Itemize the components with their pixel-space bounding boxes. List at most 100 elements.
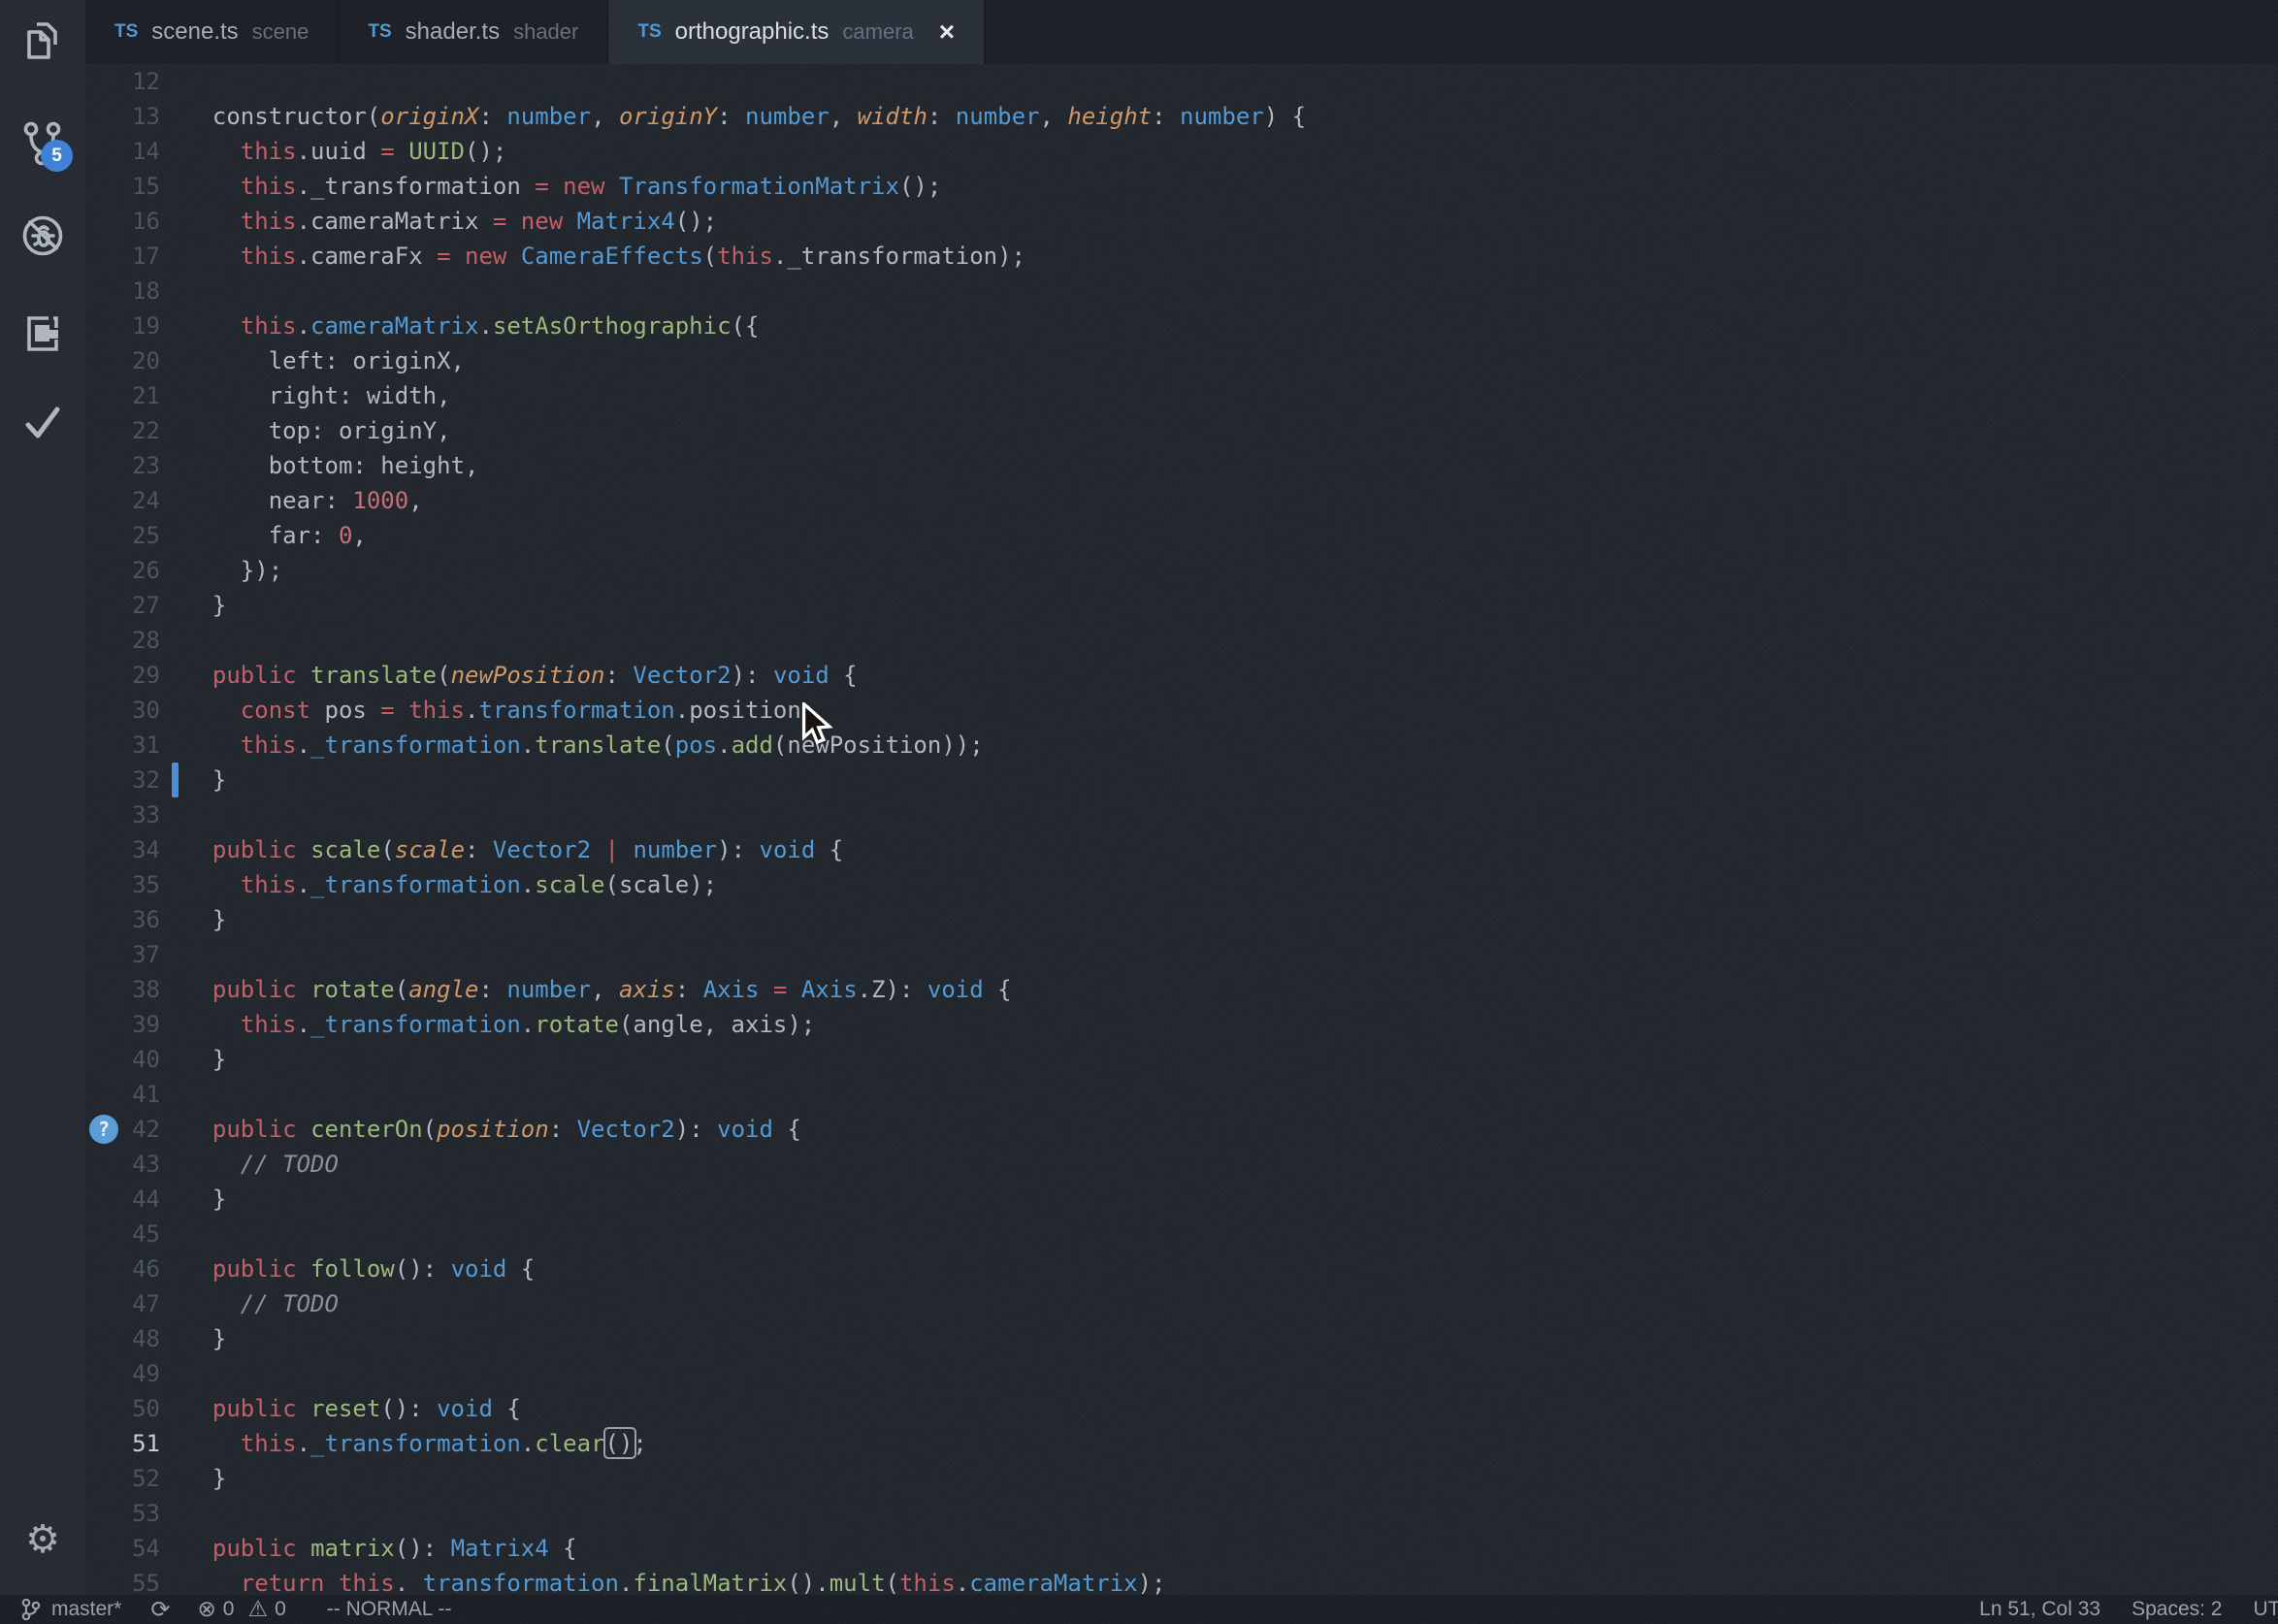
cursor-position[interactable]: Ln 51, Col 33 — [1979, 1598, 2100, 1621]
code-line-36[interactable]: 36 } — [85, 902, 2278, 937]
line-number[interactable]: 41 — [85, 1077, 160, 1112]
extensions-icon[interactable] — [19, 310, 66, 357]
line-number[interactable]: 49 — [85, 1356, 160, 1391]
code-line-30[interactable]: 30 const pos = this.transformation.posit… — [85, 693, 2278, 728]
line-number[interactable]: 52 — [85, 1461, 160, 1496]
tab-shader.ts[interactable]: TSshader.tsshader — [339, 0, 608, 64]
code-line-25[interactable]: 25 far: 0, — [85, 518, 2278, 553]
line-number[interactable]: 33 — [85, 797, 160, 832]
code-line-51[interactable]: 51 this._transformation.clear(); — [85, 1426, 2278, 1461]
line-number[interactable]: 37 — [85, 937, 160, 972]
line-number[interactable]: 30 — [85, 693, 160, 728]
code-line-15[interactable]: 15 this._transformation = new Transforma… — [85, 169, 2278, 204]
code-line-37[interactable]: 37 — [85, 937, 2278, 972]
line-number[interactable]: 13 — [85, 99, 160, 134]
line-number[interactable]: 48 — [85, 1321, 160, 1356]
code-line-13[interactable]: 13 constructor(originX: number, originY:… — [85, 99, 2278, 134]
line-number[interactable]: 26 — [85, 553, 160, 588]
line-number[interactable]: 28 — [85, 623, 160, 658]
sync-icon[interactable]: ⟳ — [150, 1596, 170, 1623]
code-line-19[interactable]: 19 this.cameraMatrix.setAsOrthographic({ — [85, 309, 2278, 343]
tab-orthographic.ts[interactable]: TSorthographic.tscamera× — [608, 0, 985, 64]
line-number[interactable]: 23 — [85, 448, 160, 483]
question-badge[interactable]: ? — [89, 1115, 118, 1144]
line-number[interactable]: 32 — [85, 763, 160, 797]
line-number[interactable]: 46 — [85, 1251, 160, 1286]
line-number[interactable]: 53 — [85, 1496, 160, 1531]
code-line-52[interactable]: 52 } — [85, 1461, 2278, 1496]
branch-indicator[interactable]: master* — [19, 1597, 121, 1622]
code-line-21[interactable]: 21 right: width, — [85, 378, 2278, 413]
code-line-41[interactable]: 41 — [85, 1077, 2278, 1112]
code-line-39[interactable]: 39 this._transformation.rotate(angle, ax… — [85, 1007, 2278, 1042]
line-number[interactable]: 21 — [85, 378, 160, 413]
git-modified-indicator[interactable] — [172, 763, 179, 797]
code-line-22[interactable]: 22 top: originY, — [85, 413, 2278, 448]
code-line-53[interactable]: 53 — [85, 1496, 2278, 1531]
code-line-18[interactable]: 18 — [85, 274, 2278, 309]
line-number[interactable]: 16 — [85, 204, 160, 239]
line-number[interactable]: 35 — [85, 867, 160, 902]
errors-indicator[interactable]: ⊗ 0 — [197, 1597, 234, 1622]
line-number[interactable]: 36 — [85, 902, 160, 937]
line-number[interactable]: 12 — [85, 64, 160, 99]
code-line-23[interactable]: 23 bottom: height, — [85, 448, 2278, 483]
debug-disabled-icon[interactable] — [19, 212, 66, 259]
code-line-48[interactable]: 48 } — [85, 1321, 2278, 1356]
line-number[interactable]: 43 — [85, 1147, 160, 1182]
code-line-24[interactable]: 24 near: 1000, — [85, 483, 2278, 518]
code-line-17[interactable]: 17 this.cameraFx = new CameraEffects(thi… — [85, 239, 2278, 274]
code-line-38[interactable]: 38 public rotate(angle: number, axis: Ax… — [85, 972, 2278, 1007]
line-number[interactable]: 22 — [85, 413, 160, 448]
code-editor[interactable]: 1213 constructor(originX: number, origin… — [85, 64, 2278, 1595]
line-number[interactable]: 24 — [85, 483, 160, 518]
line-number[interactable]: 15 — [85, 169, 160, 204]
code-line-35[interactable]: 35 this._transformation.scale(scale); — [85, 867, 2278, 902]
code-line-29[interactable]: 29 public translate(newPosition: Vector2… — [85, 658, 2278, 693]
indentation-setting[interactable]: Spaces: 2 — [2132, 1598, 2222, 1621]
code-line-32[interactable]: 32 } — [85, 763, 2278, 797]
code-line-34[interactable]: 34 public scale(scale: Vector2 | number)… — [85, 832, 2278, 867]
line-number[interactable]: 51 — [85, 1426, 160, 1461]
line-number[interactable]: 25 — [85, 518, 160, 553]
line-number[interactable]: 18 — [85, 274, 160, 309]
code-line-31[interactable]: 31 this._transformation.translate(pos.ad… — [85, 728, 2278, 763]
line-number[interactable]: 38 — [85, 972, 160, 1007]
code-line-16[interactable]: 16 this.cameraMatrix = new Matrix4(); — [85, 204, 2278, 239]
line-number[interactable]: 20 — [85, 343, 160, 378]
files-icon[interactable] — [19, 19, 66, 66]
code-line-20[interactable]: 20 left: originX, — [85, 343, 2278, 378]
close-icon[interactable]: × — [939, 18, 955, 46]
code-line-40[interactable]: 40 } — [85, 1042, 2278, 1077]
code-line-28[interactable]: 28 — [85, 623, 2278, 658]
code-line-46[interactable]: 46 public follow(): void { — [85, 1251, 2278, 1286]
warnings-indicator[interactable]: ⚠ 0 — [247, 1597, 285, 1622]
gear-icon[interactable]: ⚙ — [21, 1518, 64, 1561]
code-line-45[interactable]: 45 — [85, 1217, 2278, 1251]
encoding-setting[interactable]: UTF-8 — [2254, 1598, 2278, 1621]
line-number[interactable]: 39 — [85, 1007, 160, 1042]
check-icon[interactable] — [19, 399, 66, 445]
line-number[interactable]: 29 — [85, 658, 160, 693]
code-line-50[interactable]: 50 public reset(): void { — [85, 1391, 2278, 1426]
line-number[interactable]: 19 — [85, 309, 160, 343]
code-line-44[interactable]: 44 } — [85, 1182, 2278, 1217]
line-number[interactable]: 27 — [85, 588, 160, 623]
line-number[interactable]: 50 — [85, 1391, 160, 1426]
line-number[interactable]: 14 — [85, 134, 160, 169]
code-line-54[interactable]: 54 public matrix(): Matrix4 { — [85, 1531, 2278, 1566]
code-line-14[interactable]: 14 this.uuid = UUID(); — [85, 134, 2278, 169]
code-line-49[interactable]: 49 — [85, 1356, 2278, 1391]
line-number[interactable]: 47 — [85, 1286, 160, 1321]
code-line-33[interactable]: 33 — [85, 797, 2278, 832]
code-line-26[interactable]: 26 }); — [85, 553, 2278, 588]
code-line-42[interactable]: 42 public centerOn(position: Vector2): v… — [85, 1112, 2278, 1147]
code-line-47[interactable]: 47 // TODO — [85, 1286, 2278, 1321]
line-number[interactable]: 17 — [85, 239, 160, 274]
line-number[interactable]: 44 — [85, 1182, 160, 1217]
line-number[interactable]: 34 — [85, 832, 160, 867]
code-line-27[interactable]: 27 } — [85, 588, 2278, 623]
tab-scene.ts[interactable]: TSscene.tsscene — [85, 0, 339, 64]
line-number[interactable]: 40 — [85, 1042, 160, 1077]
code-line-43[interactable]: 43 // TODO — [85, 1147, 2278, 1182]
